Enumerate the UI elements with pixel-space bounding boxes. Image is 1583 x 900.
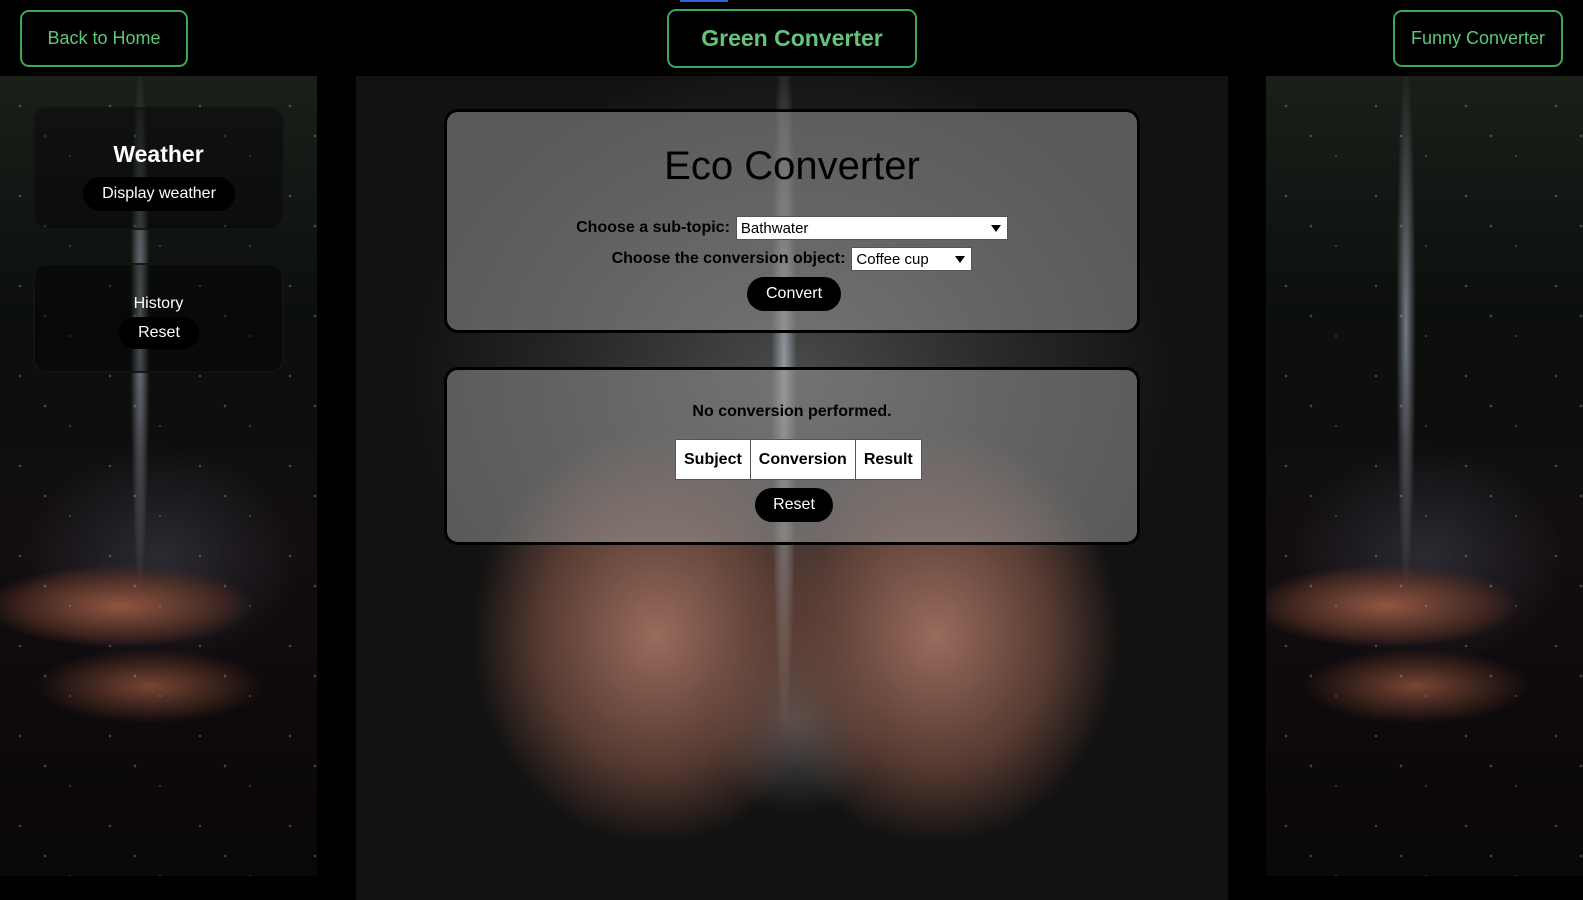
history-widget: History Reset [33,263,284,373]
subtopic-selected-value: Bathwater [740,219,809,237]
weather-title: Weather [113,141,204,167]
convert-button[interactable]: Convert [747,277,841,311]
table-header-row: Subject Conversion Result [675,439,922,480]
display-weather-button[interactable]: Display weather [83,177,235,211]
subtopic-label: Choose a sub-topic: [576,219,730,236]
funny-converter-button[interactable]: Funny Converter [1393,10,1563,67]
chevron-down-icon [990,225,1001,232]
conversion-status: No conversion performed. [692,403,892,420]
column-header-conversion: Conversion [749,439,856,480]
top-bar: Back to Home Green Converter Funny Conve… [0,0,1583,76]
object-row: Choose the conversion object: Coffee cup [447,247,1137,271]
column-header-result: Result [854,439,922,480]
subtopic-select[interactable]: Bathwater [735,216,1008,240]
back-to-home-button[interactable]: Back to Home [20,10,188,67]
history-reset-button[interactable]: Reset [119,317,199,349]
converter-card: Eco Converter Choose a sub-topic: Bathwa… [444,109,1140,333]
object-selected-value: Coffee cup [856,250,929,268]
object-select[interactable]: Coffee cup [851,247,973,271]
object-label: Choose the conversion object: [611,250,846,267]
history-label: History [133,295,184,312]
chevron-down-icon [955,256,966,263]
result-table: Subject Conversion Result [675,439,922,480]
converter-heading: Eco Converter [664,144,920,188]
app-title-button[interactable]: Green Converter [667,9,917,68]
column-header-subject: Subject [675,439,751,480]
result-card: No conversion performed. Subject Convers… [444,367,1140,545]
result-reset-button[interactable]: Reset [755,488,833,522]
right-background-photo [1266,76,1583,876]
weather-widget: Weather Display weather [33,107,284,230]
subtopic-row: Choose a sub-topic: Bathwater [447,216,1137,240]
top-accent-line [680,0,728,2]
